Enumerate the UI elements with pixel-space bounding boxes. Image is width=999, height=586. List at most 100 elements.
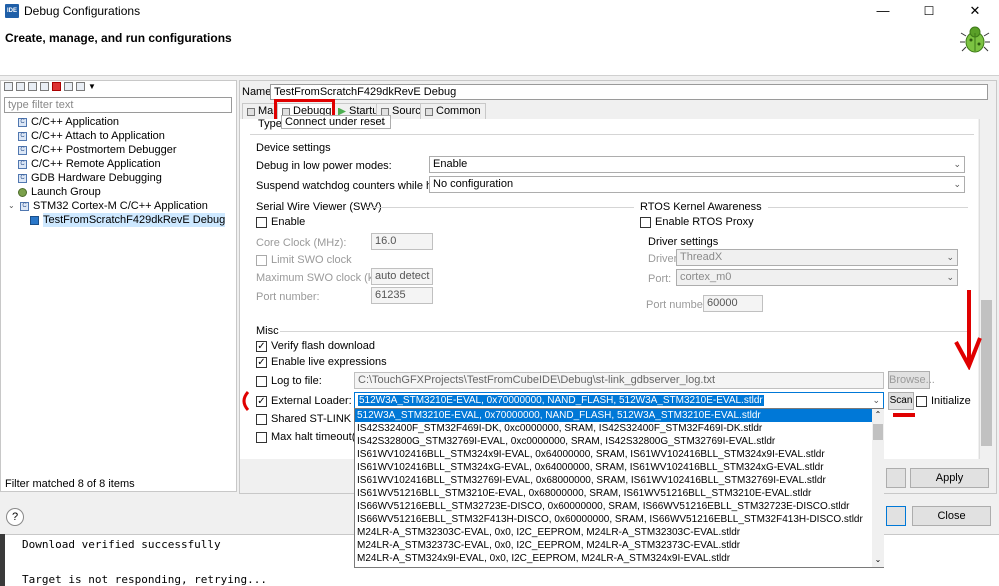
max-swo-field[interactable]: auto detect bbox=[371, 268, 433, 285]
low-power-select[interactable]: Enable ⌄ bbox=[429, 156, 965, 173]
rtos-enable-checkbox[interactable]: Enable RTOS Proxy bbox=[640, 216, 754, 228]
close-button[interactable]: Close bbox=[912, 506, 991, 526]
tree-item-stm32[interactable]: ⌄ C STM32 Cortex-M C/C++ Application bbox=[8, 199, 234, 213]
debug-button-partial[interactable] bbox=[886, 506, 906, 526]
swv-enable-checkbox[interactable]: Enable bbox=[256, 216, 305, 228]
checkbox-checked: ✓ bbox=[256, 395, 267, 407]
export-icon[interactable] bbox=[28, 82, 37, 91]
cpp-config-icon: C bbox=[18, 173, 27, 183]
tree-item-gdb-hardware[interactable]: C GDB Hardware Debugging bbox=[8, 171, 234, 185]
core-clock-field[interactable]: 16.0 bbox=[371, 233, 433, 250]
dropdown-scroll-thumb[interactable] bbox=[873, 424, 883, 440]
scrollbar-thumb[interactable] bbox=[981, 300, 992, 446]
limit-swo-checkbox[interactable]: Limit SWO clock bbox=[256, 254, 352, 266]
tree-item-selected-config[interactable]: TestFromScratchF429dkRevE Debug bbox=[8, 213, 234, 227]
scroll-up-icon[interactable]: ⌃ bbox=[872, 409, 884, 421]
help-button[interactable]: ? bbox=[6, 508, 24, 526]
common-tab-icon bbox=[425, 107, 433, 116]
tree-item-cpp-remote[interactable]: C C/C++ Remote Application bbox=[8, 157, 234, 171]
delete-icon[interactable] bbox=[52, 82, 61, 91]
swv-title: Serial Wire Viewer (SWV) bbox=[256, 201, 382, 213]
checkbox-box bbox=[916, 395, 927, 407]
tree-item-cpp-application[interactable]: C C/C++ Application bbox=[8, 115, 234, 129]
chevron-down-icon: ⌄ bbox=[946, 272, 954, 282]
rtos-title: RTOS Kernel Awareness bbox=[640, 201, 762, 213]
external-loader-checkbox[interactable]: ✓ External Loader: bbox=[256, 395, 352, 407]
type-select[interactable]: Connect under reset ⌄ bbox=[281, 115, 391, 129]
dropdown-option[interactable]: IS61WV51216BLL_STM3210E-EVAL, 0x68000000… bbox=[355, 487, 883, 500]
chevron-down-icon: ⌄ bbox=[953, 179, 961, 189]
dropdown-option[interactable]: IS61WV102416BLL_STM32769I-EVAL, 0x680000… bbox=[355, 474, 883, 487]
filter-icon[interactable] bbox=[76, 82, 85, 91]
tree-item-cpp-attach[interactable]: C C/C++ Attach to Application bbox=[8, 129, 234, 143]
cpp-config-icon: C bbox=[18, 131, 27, 141]
rtos-port-number-label: Port number: bbox=[646, 299, 710, 311]
dropdown-option[interactable]: IS42S32800G_STM32769I-EVAL, 0xc0000000, … bbox=[355, 435, 883, 448]
cpp-config-icon: C bbox=[18, 159, 27, 169]
tree-item-cpp-postmortem[interactable]: C C/C++ Postmortem Debugger bbox=[8, 143, 234, 157]
close-window-button[interactable]: ✕ bbox=[952, 0, 998, 22]
verify-flash-checkbox[interactable]: ✓ Verify flash download bbox=[256, 340, 375, 352]
rtos-port-number-field[interactable]: 60000 bbox=[703, 295, 763, 312]
chevron-down-icon: ⌄ bbox=[379, 117, 387, 127]
console-line: Target is not responding, retrying... bbox=[22, 573, 268, 586]
log-file-field[interactable]: C:\TouchGFXProjects\TestFromCubeIDE\Debu… bbox=[354, 372, 884, 389]
duplicate-icon[interactable] bbox=[40, 82, 49, 91]
config-tree: C C/C++ Application C C/C++ Attach to Appl… bbox=[8, 115, 234, 227]
initialize-checkbox[interactable]: Initialize bbox=[916, 395, 971, 407]
scroll-down-icon[interactable]: ⌄ bbox=[872, 554, 884, 566]
tree-item-launch-group[interactable]: Launch Group bbox=[8, 185, 234, 199]
checkbox-box bbox=[256, 431, 267, 443]
dropdown-option[interactable]: IS66WV51216EBLL_STM32F413H-DISCO, 0x6000… bbox=[355, 513, 883, 526]
new-config-icon[interactable] bbox=[4, 82, 13, 91]
cpp-config-icon: C bbox=[20, 201, 29, 211]
dropdown-option[interactable]: M24LR-A_STM324x9I-EVAL, 0x0, I2C_EEPROM,… bbox=[355, 552, 883, 565]
rtos-port-select[interactable]: cortex_m0 ⌄ bbox=[676, 269, 958, 286]
dropdown-option[interactable]: IS61WV102416BLL_STM324x9I-EVAL, 0x640000… bbox=[355, 448, 883, 461]
swv-port-field[interactable]: 61235 bbox=[371, 287, 433, 304]
watchdog-select[interactable]: No configuration ⌄ bbox=[429, 176, 965, 193]
dropdown-option[interactable]: M24LR-A_STM32373C-EVAL, 0x0, I2C_EEPROM,… bbox=[355, 539, 883, 552]
annotation-mark bbox=[893, 413, 915, 417]
filter-input[interactable]: type filter text bbox=[4, 97, 232, 113]
dropdown-option[interactable]: M24LR-A_STM32303C-EVAL, 0x0, I2C_EEPROM,… bbox=[355, 526, 883, 539]
revert-button-partial[interactable] bbox=[886, 468, 906, 488]
bug-icon bbox=[960, 26, 990, 53]
new-prototype-icon[interactable] bbox=[16, 82, 25, 91]
checkbox-box bbox=[256, 413, 267, 425]
device-settings-title: Device settings bbox=[256, 142, 331, 154]
external-loader-select[interactable]: 512W3A_STM3210E-EVAL, 0x70000000, NAND_F… bbox=[354, 392, 884, 409]
dropdown-option[interactable]: 512W3A_STM3210E-EVAL, 0x70000000, NAND_F… bbox=[355, 409, 883, 422]
divider bbox=[280, 331, 968, 332]
max-halt-checkbox[interactable]: Max halt timeout(s): bbox=[256, 431, 368, 443]
tree-toolbar: ▼ bbox=[4, 82, 96, 94]
apply-button[interactable]: Apply bbox=[910, 468, 989, 488]
chevron-down-icon: ⌄ bbox=[946, 252, 954, 262]
log-to-file-checkbox[interactable]: Log to file: bbox=[256, 375, 322, 387]
dropdown-option[interactable]: IS66WV51216EBLL_STM32723E-DISCO, 0x60000… bbox=[355, 500, 883, 513]
live-expressions-checkbox[interactable]: ✓ Enable live expressions bbox=[256, 356, 387, 368]
driver-select[interactable]: ThreadX ⌄ bbox=[676, 249, 958, 266]
collapse-all-icon[interactable] bbox=[64, 82, 73, 91]
minimize-button[interactable]: — bbox=[860, 0, 906, 22]
name-input[interactable]: TestFromScratchF429dkRevE Debug bbox=[270, 84, 988, 100]
tab-common[interactable]: Common bbox=[420, 103, 486, 119]
browse-button[interactable]: Browse... bbox=[888, 371, 935, 389]
external-loader-dropdown[interactable]: 512W3A_STM3210E-EVAL, 0x70000000, NAND_F… bbox=[354, 408, 884, 568]
misc-title: Misc bbox=[256, 325, 279, 337]
swv-port-label: Port number: bbox=[256, 291, 320, 303]
annotation-mark bbox=[274, 99, 335, 102]
title-bar bbox=[0, 0, 999, 22]
expand-chevron-icon[interactable]: ⌄ bbox=[8, 199, 16, 213]
chevron-down-icon: ⌄ bbox=[872, 395, 880, 405]
divider bbox=[768, 207, 968, 208]
dropdown-option[interactable]: IS61WV102416BLL_STM324xG-EVAL, 0x6400000… bbox=[355, 461, 883, 474]
console-line: Download verified successfully bbox=[22, 538, 221, 551]
shared-stlink-checkbox[interactable]: Shared ST-LINK bbox=[256, 413, 351, 425]
divider bbox=[250, 134, 974, 135]
dropdown-option[interactable]: IS42S32400F_STM32F469I-DK, 0xc0000000, S… bbox=[355, 422, 883, 435]
cpp-config-icon: C bbox=[18, 145, 27, 155]
scan-button[interactable]: Scan bbox=[888, 392, 914, 410]
view-menu-icon[interactable]: ▼ bbox=[88, 82, 96, 94]
maximize-button[interactable]: ☐ bbox=[906, 0, 952, 22]
